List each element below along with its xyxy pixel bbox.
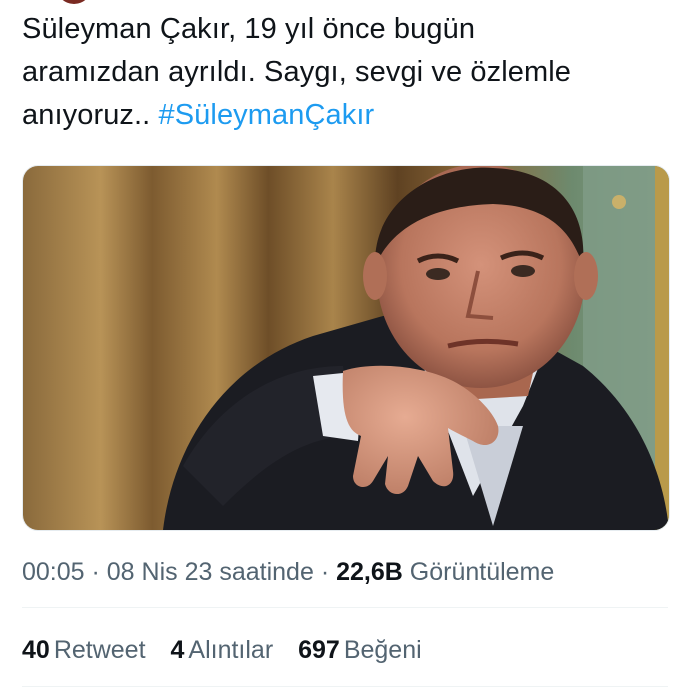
quotes-count: 4 xyxy=(170,636,185,664)
quotes-stat[interactable]: 4 Alıntılar xyxy=(170,634,273,666)
meta-separator: · xyxy=(313,558,337,586)
tweet-time[interactable]: 00:05 xyxy=(22,558,85,586)
tweet-photo[interactable] xyxy=(22,165,670,531)
likes-count: 697 xyxy=(298,636,340,664)
author-avatar[interactable] xyxy=(56,0,92,4)
likes-stat[interactable]: 697 Beğeni xyxy=(298,634,422,666)
tweet-text-line-1: Süleyman Çakır, 19 yıl önce bugün xyxy=(22,13,476,45)
tweet-meta: 00:05 · 08 Nis 23 saatinde · 22,6B Görün… xyxy=(22,556,554,588)
engagement-stats: 40 Retweet 4 Alıntılar 697 Beğeni xyxy=(22,634,440,666)
tweet-date[interactable]: 08 Nis 23 saatinde xyxy=(107,558,314,586)
views-count[interactable]: 22,6B xyxy=(336,558,403,586)
hashtag-link[interactable]: #SüleymanÇakır xyxy=(159,99,375,131)
tweet-text-line-3: anıyoruz.. #SüleymanÇakır xyxy=(22,94,662,137)
meta-separator: · xyxy=(84,558,107,586)
retweets-label: Retweet xyxy=(53,636,146,664)
retweets-count: 40 xyxy=(22,636,50,664)
tweet-text: Süleyman Çakır, 19 yıl önce bugün aramız… xyxy=(22,8,662,137)
views-label[interactable]: Görüntüleme xyxy=(410,558,555,586)
divider xyxy=(22,607,668,608)
tweet-text-line-2: aramızdan ayrıldı. Saygı, sevgi ve özlem… xyxy=(22,56,571,88)
retweets-stat[interactable]: 40 Retweet xyxy=(22,634,146,666)
divider xyxy=(22,686,668,687)
tweet-text-line-3-text: anıyoruz.. xyxy=(22,99,159,131)
quotes-label: Alıntılar xyxy=(188,636,274,664)
likes-label: Beğeni xyxy=(343,636,422,664)
